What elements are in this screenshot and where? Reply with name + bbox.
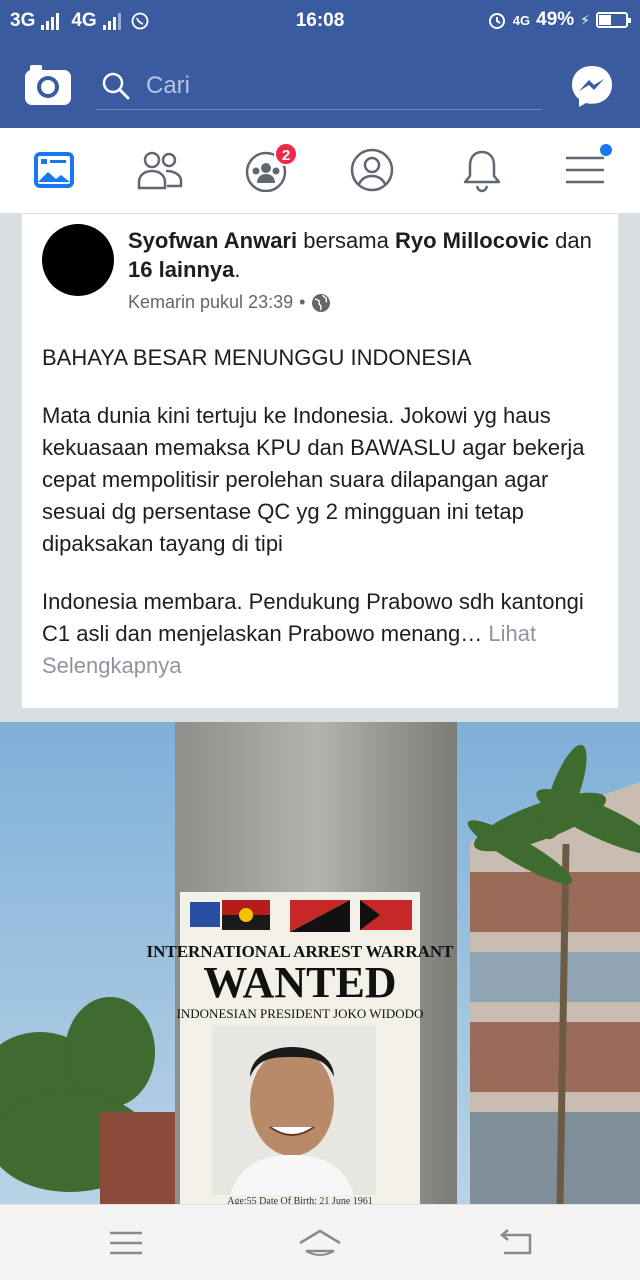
tagged-user-link[interactable]: Ryo Millocovic xyxy=(395,228,549,253)
status-bar: 3G 4G 16:08 4G 49% ⚡ xyxy=(0,0,640,42)
menu-notification-dot xyxy=(600,144,612,156)
photo-image: INTERNATIONAL ARREST WARRANT WANTED INDO… xyxy=(0,722,640,1204)
post-body: BAHAYA BESAR MENUNGGU INDONESIA Mata dun… xyxy=(42,342,602,708)
search-bar[interactable]: Cari xyxy=(96,62,542,110)
system-nav-bar xyxy=(0,1204,640,1280)
post-paragraph-1: BAHAYA BESAR MENUNGGU INDONESIA xyxy=(42,345,472,370)
post-card: Syofwan Anwari bersama Ryo Millocovic da… xyxy=(22,214,618,708)
period: . xyxy=(234,257,241,282)
author-link[interactable]: Syofwan Anwari xyxy=(128,228,297,253)
tab-news-feed[interactable] xyxy=(32,148,80,196)
post-paragraph-3: Indonesia membara. Pendukung Prabowo sdh… xyxy=(42,586,602,682)
post-timestamp[interactable]: Kemarin pukul 23:39 xyxy=(128,292,293,313)
tab-friends[interactable] xyxy=(136,148,184,196)
lte-indicator: 4G xyxy=(512,12,531,28)
groups-notification-badge: 2 xyxy=(274,142,298,166)
post-paragraph-2: Mata dunia kini tertuju ke Indonesia. Jo… xyxy=(42,403,585,556)
tab-profile[interactable] xyxy=(350,148,398,196)
camera-icon[interactable] xyxy=(24,64,72,106)
globe-icon xyxy=(312,293,331,312)
battery-percent: 49% xyxy=(536,9,575,30)
poster-footer: Age:55 Date Of Birth: 21 June 1961 xyxy=(227,1196,373,1204)
poster-line-2: WANTED xyxy=(203,958,396,1007)
avatar[interactable] xyxy=(42,224,114,296)
charging-icon: ⚡ xyxy=(580,11,590,28)
profile-icon xyxy=(350,148,394,192)
meta-separator: • xyxy=(299,292,306,312)
nav-tabs: 2 xyxy=(0,128,640,214)
search-placeholder: Cari xyxy=(146,72,191,99)
home-icon[interactable] xyxy=(298,1227,342,1259)
tab-groups[interactable]: 2 xyxy=(244,142,298,196)
post-photo[interactable]: INTERNATIONAL ARREST WARRANT WANTED INDO… xyxy=(0,722,640,1204)
others-link[interactable]: 16 lainnya xyxy=(128,257,234,282)
with-word: bersama xyxy=(303,228,389,253)
post-meta: Kemarin pukul 23:39 • xyxy=(128,292,331,313)
and-word: dan xyxy=(555,228,592,253)
search-icon xyxy=(102,72,130,100)
news-feed-icon xyxy=(34,152,74,188)
messenger-icon[interactable] xyxy=(570,64,614,108)
back-icon[interactable] xyxy=(496,1227,536,1259)
post-header: Syofwan Anwari bersama Ryo Millocovic da… xyxy=(128,226,608,284)
poster-line-3: INDONESIAN PRESIDENT JOKO WIDODO xyxy=(177,1006,424,1021)
recent-apps-icon[interactable] xyxy=(106,1227,146,1259)
battery-icon xyxy=(596,12,631,28)
tab-notifications[interactable] xyxy=(460,148,508,196)
alarm-icon xyxy=(488,13,505,29)
bell-icon xyxy=(463,150,501,193)
top-app-bar: Cari xyxy=(0,42,640,128)
friends-icon xyxy=(137,151,183,190)
tab-menu[interactable] xyxy=(564,144,612,196)
